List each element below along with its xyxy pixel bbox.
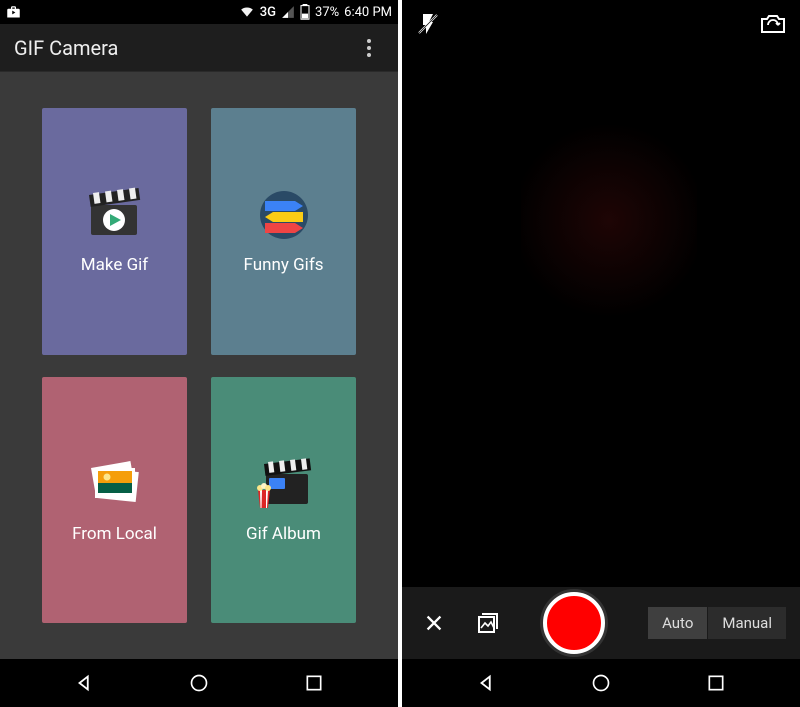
camera-bottom-bar: Auto Manual <box>402 587 800 659</box>
clock-time: 6:40 PM <box>344 5 392 20</box>
flash-toggle-button[interactable] <box>414 6 442 42</box>
nav-home-button[interactable] <box>571 663 631 703</box>
overflow-menu-button[interactable] <box>360 36 384 60</box>
battery-icon <box>300 4 310 20</box>
tile-label: Funny Gifs <box>243 255 323 275</box>
tile-label: From Local <box>72 524 157 544</box>
play-store-icon <box>6 5 21 20</box>
shutter-button[interactable] <box>543 592 605 654</box>
status-bar: 3G 37% 6:40 PM <box>0 0 398 24</box>
camera-preview[interactable] <box>402 48 800 587</box>
system-nav-bar <box>402 659 800 707</box>
app-bar: GIF Camera <box>0 24 398 72</box>
switch-camera-icon <box>760 13 786 35</box>
more-vert-icon <box>367 46 371 50</box>
tile-make-gif[interactable]: Make Gif <box>42 108 187 355</box>
phone-left: 3G 37% 6:40 PM GIF Camera Make Gif <box>0 0 398 707</box>
mode-manual-button[interactable]: Manual <box>708 607 786 639</box>
nav-recents-button[interactable] <box>686 663 746 703</box>
tile-funny-gifs[interactable]: Funny Gifs <box>211 108 356 355</box>
mode-auto-button[interactable]: Auto <box>648 607 707 639</box>
arrows-sign-icon <box>254 187 314 243</box>
nav-recents-button[interactable] <box>284 663 344 703</box>
switch-camera-button[interactable] <box>758 6 788 42</box>
battery-percentage: 37% <box>315 5 339 20</box>
clapperboard-popcorn-icon <box>254 456 314 512</box>
signal-icon <box>281 5 295 19</box>
tile-label: Make Gif <box>81 255 148 275</box>
system-nav-bar <box>0 659 398 707</box>
phone-right: Auto Manual <box>402 0 800 707</box>
wifi-icon <box>239 5 255 19</box>
photo-stack-icon <box>85 456 145 512</box>
nav-back-button[interactable] <box>457 663 517 703</box>
gallery-button[interactable] <box>470 605 506 641</box>
camera-top-bar <box>402 0 800 48</box>
flash-off-icon <box>416 12 440 36</box>
main-grid: Make Gif Funny Gifs From Local Gif Album <box>0 72 398 659</box>
close-camera-button[interactable] <box>416 605 452 641</box>
gallery-icon <box>476 611 500 635</box>
clapperboard-play-icon <box>85 187 145 243</box>
app-title: GIF Camera <box>14 36 360 60</box>
nav-back-button[interactable] <box>55 663 115 703</box>
tile-from-local[interactable]: From Local <box>42 377 187 624</box>
network-type: 3G <box>260 5 276 20</box>
close-icon <box>423 612 445 634</box>
tile-gif-album[interactable]: Gif Album <box>211 377 356 624</box>
nav-home-button[interactable] <box>169 663 229 703</box>
mode-toggle: Auto Manual <box>648 607 786 639</box>
tile-label: Gif Album <box>246 524 321 544</box>
